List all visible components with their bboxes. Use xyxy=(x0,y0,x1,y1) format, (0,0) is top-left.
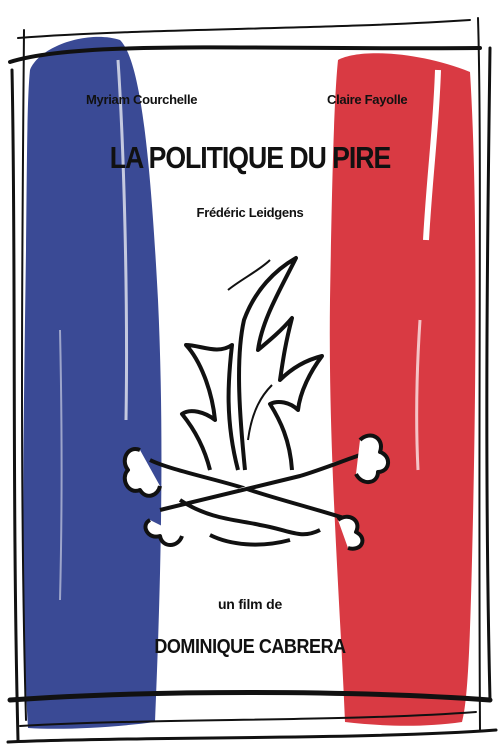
director-name: DOMINIQUE CABRERA xyxy=(154,636,346,658)
actor-name-left: Myriam Courchelle xyxy=(86,92,198,107)
movie-poster: Myriam Courchelle Claire Fayolle LA POLI… xyxy=(0,0,500,750)
credit-intro: un film de xyxy=(217,596,283,612)
flame-icon xyxy=(180,256,324,471)
actor-name-right: Claire Fayolle xyxy=(327,92,408,107)
movie-title: LA POLITIQUE DU PIRE xyxy=(109,140,392,175)
actor-name-center: Frédéric Leidgens xyxy=(196,205,304,220)
